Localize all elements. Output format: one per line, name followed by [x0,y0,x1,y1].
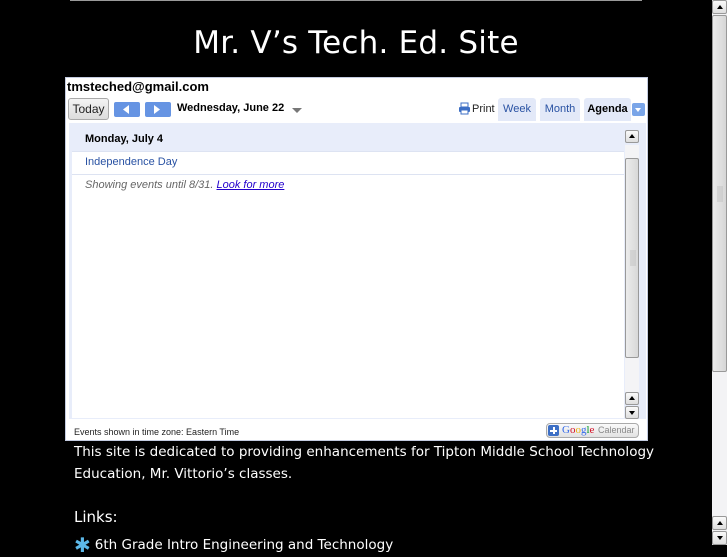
calendar-account: tmsteched@gmail.com [67,79,209,94]
look-for-more-link[interactable]: Look for more [216,179,284,191]
timezone-note: Events shown in time zone: Eastern Time [74,427,240,437]
grip-icon [630,250,636,266]
top-rule [70,0,642,1]
link-item[interactable]: ✱ 6th Grade Intro Engineering and Technol… [74,533,393,557]
google-logo: Google [562,424,594,436]
calendar-word: Calendar [598,425,635,435]
scroll-track[interactable] [625,145,639,392]
add-to-google-calendar-button[interactable]: Google Calendar [546,423,639,438]
current-date[interactable]: Wednesday, June 22 [177,102,284,114]
chevron-right-icon [154,105,160,114]
scroll-up-button-lower[interactable] [625,392,639,405]
tab-month[interactable]: Month [540,98,580,121]
day-header-label: Monday, July 4 [85,133,164,145]
chevron-left-icon [123,105,129,114]
intro-text: This site is dedicated to providing enha… [74,444,655,482]
agenda-event[interactable]: Independence Day [72,152,624,175]
link-label[interactable]: 6th Grade Intro Engineering and Technolo… [95,537,393,553]
scroll-down-button[interactable] [625,406,639,419]
page-scroll-up-button[interactable] [712,0,727,14]
tab-agenda[interactable]: Agenda [584,98,631,121]
agenda-area: Monday, July 4 Independence Day Showing … [69,123,646,419]
page-scroll-thumb[interactable] [712,15,727,372]
google-logo-letter: G [562,424,570,436]
print-label: Print [472,103,495,115]
view-dropdown-icon[interactable] [632,103,645,116]
showing-text: Showing events until 8/31. [85,179,217,191]
site-title: Mr. V’s Tech. Ed. Site [193,25,519,61]
page-scroll-down-button[interactable] [712,531,727,545]
date-dropdown-icon[interactable] [292,108,302,113]
print-button[interactable]: Print [458,102,495,115]
printer-icon [459,102,470,115]
asterisk-icon: ✱ [74,533,91,557]
agenda-day-header: Monday, July 4 [72,128,624,152]
google-calendar-embed: tmsteched@gmail.com Today Wednesday, Jun… [65,77,648,441]
prev-button[interactable] [114,102,140,117]
page-scroll-up-button-lower[interactable] [712,516,727,530]
tab-week[interactable]: Week [498,98,536,121]
event-title[interactable]: Independence Day [85,156,177,168]
google-logo-letter: e [589,424,595,436]
links-heading: Links: [74,508,118,526]
scroll-up-button[interactable] [625,130,639,143]
plus-icon [548,425,559,436]
calendar-scrollbar[interactable] [625,130,639,419]
next-button[interactable] [145,102,171,117]
page-scrollbar[interactable] [712,0,727,545]
today-button[interactable]: Today [68,98,109,120]
agenda-list: Monday, July 4 Independence Day Showing … [72,128,624,418]
scroll-thumb[interactable] [625,158,639,358]
showing-events-note: Showing events until 8/31. Look for more [85,179,284,191]
grip-icon [717,186,723,202]
